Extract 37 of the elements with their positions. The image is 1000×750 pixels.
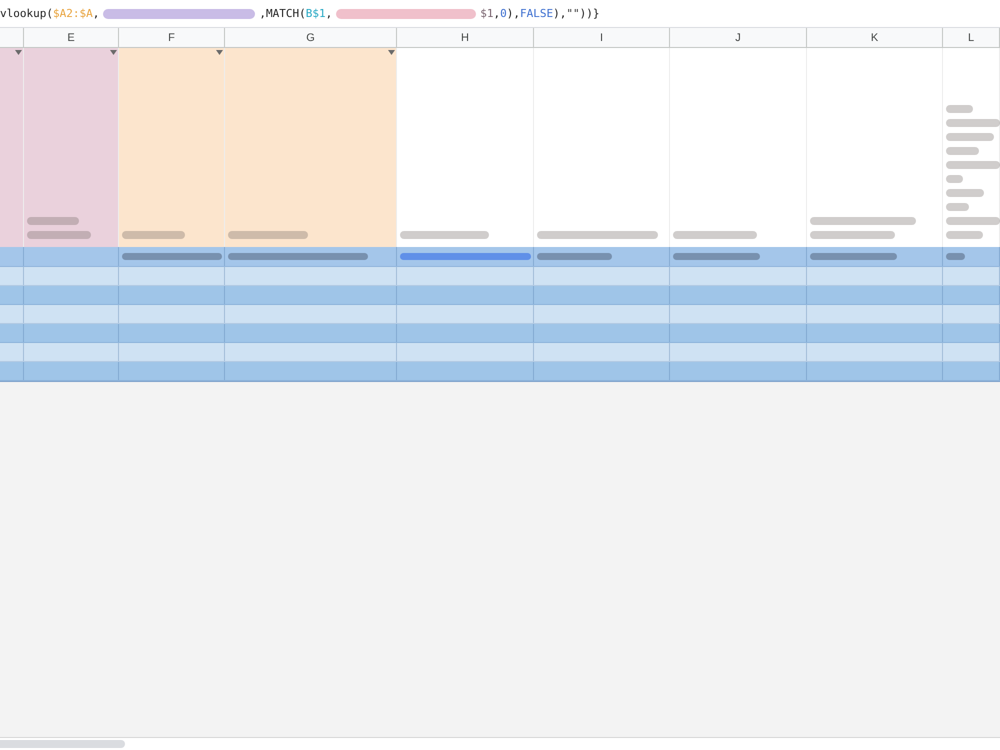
header-cell[interactable] xyxy=(807,48,943,247)
table-row[interactable] xyxy=(0,267,1000,286)
column-header[interactable]: I xyxy=(534,28,670,47)
header-cell[interactable] xyxy=(943,48,1000,247)
table-row[interactable] xyxy=(0,324,1000,343)
column-header[interactable]: E xyxy=(24,28,119,47)
table-row[interactable] xyxy=(0,286,1000,305)
formula-text: $1,0),FALSE),""))} xyxy=(480,7,600,20)
blurred-text xyxy=(27,217,91,239)
column-header[interactable]: F xyxy=(119,28,225,47)
table-row[interactable] xyxy=(0,343,1000,362)
header-cell[interactable] xyxy=(0,48,24,247)
filter-icon[interactable] xyxy=(110,50,117,55)
scrollbar-thumb[interactable] xyxy=(0,740,125,748)
formula-text: ,MATCH(B$1, xyxy=(259,7,332,20)
formula-text: vlookup($A2:$A, xyxy=(0,7,100,20)
header-cell[interactable] xyxy=(397,48,534,247)
header-cell[interactable] xyxy=(670,48,807,247)
column-header[interactable]: K xyxy=(807,28,943,47)
column-header[interactable]: J xyxy=(670,28,807,47)
scrollbar-track[interactable] xyxy=(0,737,1000,750)
filter-icon[interactable] xyxy=(216,50,223,55)
filter-icon[interactable] xyxy=(388,50,395,55)
table-row[interactable] xyxy=(0,305,1000,324)
table-row[interactable] xyxy=(0,247,1000,267)
blurred-text xyxy=(946,253,965,260)
header-cell[interactable] xyxy=(24,48,119,247)
header-cell[interactable] xyxy=(119,48,225,247)
column-header[interactable]: L xyxy=(943,28,1000,47)
header-cell[interactable] xyxy=(534,48,670,247)
column-header[interactable]: H xyxy=(397,28,534,47)
header-cell[interactable] xyxy=(225,48,397,247)
blurred-text xyxy=(122,231,185,239)
filter-icon[interactable] xyxy=(15,50,22,55)
table-row[interactable] xyxy=(0,362,1000,381)
column-header[interactable]: G xyxy=(225,28,397,47)
blurred-link[interactable] xyxy=(400,253,531,260)
